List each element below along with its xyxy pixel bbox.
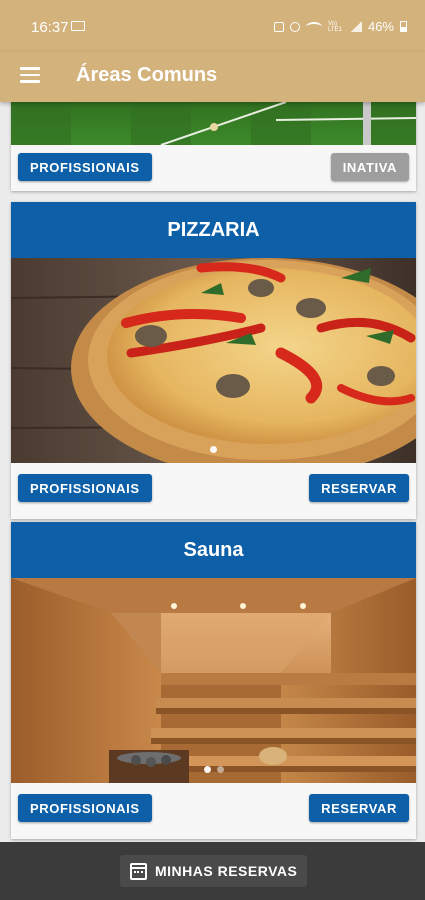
sauna-photo <box>11 578 416 783</box>
reserve-button[interactable]: RESERVAR <box>309 794 409 822</box>
network-label: Vo) LTE1 <box>327 20 342 33</box>
page-title: Áreas Comuns <box>76 64 218 86</box>
my-reservations-button[interactable]: MINHAS RESERVAS <box>120 855 308 887</box>
carousel-dots <box>11 446 416 453</box>
reserve-button[interactable]: RESERVAR <box>309 474 409 502</box>
laptop-icon <box>71 21 85 31</box>
battery-percent: 46% <box>367 19 394 34</box>
wifi-icon <box>305 21 322 32</box>
card-title: PIZZARIA <box>11 202 416 258</box>
menu-icon[interactable] <box>20 67 40 83</box>
carousel-dot[interactable] <box>210 446 217 453</box>
area-card-sauna: Sauna PROFISSIONAIS RESERVAR <box>11 522 416 839</box>
pizza-image[interactable] <box>11 258 416 463</box>
carousel-dot[interactable] <box>216 766 224 773</box>
card-title: Sauna <box>11 522 416 578</box>
alarm-icon <box>289 21 300 32</box>
battery-icon <box>400 21 407 32</box>
calendar-icon <box>130 862 147 880</box>
bottom-bar: MINHAS RESERVAS <box>0 842 425 900</box>
card-actions: PROFISSIONAIS RESERVAR <box>11 783 416 839</box>
professionals-button[interactable]: PROFISSIONAIS <box>18 153 152 181</box>
card-actions: PROFISSIONAIS RESERVAR <box>11 463 416 519</box>
app-bar: Áreas Comuns <box>0 52 425 102</box>
area-card-pizzaria: PIZZARIA PROFISSIONAIS RESERVAR <box>11 202 416 519</box>
status-icons: Vo) LTE1 46% <box>273 19 407 34</box>
signal-icon <box>349 21 362 32</box>
status-bar: 16:37 Vo) LTE1 46% <box>0 0 425 52</box>
card-actions: PROFISSIONAIS INATIVA <box>11 145 416 191</box>
notification-icon <box>273 21 284 32</box>
inactive-button[interactable]: INATIVA <box>330 153 409 181</box>
sauna-image[interactable] <box>11 578 416 783</box>
professionals-button[interactable]: PROFISSIONAIS <box>18 794 152 822</box>
area-card-field: PROFISSIONAIS INATIVA <box>11 90 416 191</box>
my-reservations-label: MINHAS RESERVAS <box>155 863 298 879</box>
professionals-button[interactable]: PROFISSIONAIS <box>18 474 152 502</box>
carousel-dot[interactable] <box>203 766 211 773</box>
carousel-dots <box>11 766 416 773</box>
status-time: 16:37 <box>31 19 69 36</box>
pizza-photo <box>11 258 416 463</box>
